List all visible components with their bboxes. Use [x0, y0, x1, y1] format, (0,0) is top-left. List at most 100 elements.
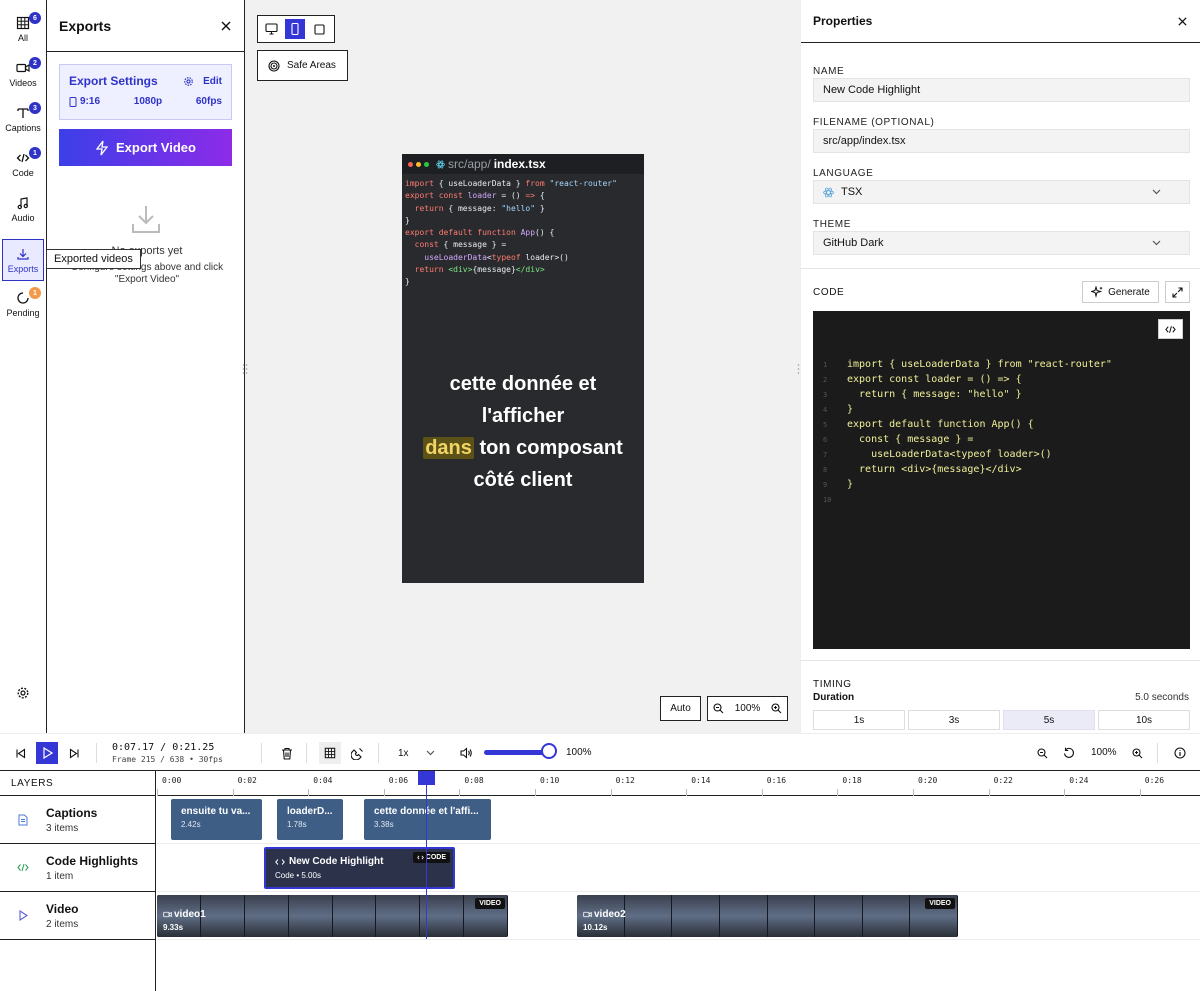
name-input[interactable]: New Code Highlight: [813, 78, 1190, 102]
code-line-text: export default function App() {: [847, 419, 1034, 430]
info-button[interactable]: [1169, 742, 1191, 764]
clip-name: cette donnée et l'affi...: [374, 806, 479, 817]
code-view-toggle[interactable]: [1158, 319, 1183, 339]
mobile-view-button[interactable]: [285, 19, 305, 39]
clip-type-tag: CODE: [412, 852, 450, 863]
snap-grid-button[interactable]: [319, 742, 341, 764]
export-video-button[interactable]: Export Video: [59, 129, 232, 166]
time-display: 0:07.17 / 0:21.25: [112, 742, 215, 753]
react-icon: [823, 187, 834, 197]
desktop-view-button[interactable]: [261, 19, 281, 39]
duration-5s-button[interactable]: 5s: [1003, 710, 1095, 730]
video-clip[interactable]: video2 10.12s VIDEO: [577, 895, 958, 937]
layer-video[interactable]: Video 2 items: [0, 892, 156, 940]
rail-item-captions[interactable]: Captions 3: [2, 98, 44, 140]
edit-settings-button[interactable]: Edit: [183, 76, 222, 87]
theme-select[interactable]: GitHub Dark: [813, 231, 1190, 255]
play-icon: [42, 747, 53, 759]
left-rail: All 6 Videos 2 Captions 3 Code 1 Audio E…: [0, 0, 47, 733]
exports-header: Exports: [47, 0, 244, 52]
reset-icon: [1063, 747, 1074, 758]
playback-speed-select[interactable]: 1x: [389, 742, 444, 764]
rail-label-captions: Captions: [5, 122, 41, 133]
close-icon[interactable]: [220, 20, 232, 32]
rail-item-code[interactable]: Code 1: [2, 143, 44, 185]
zoom-auto-button[interactable]: Auto: [660, 696, 701, 721]
ruler-tick-line: [308, 789, 310, 796]
thumbnail: [719, 895, 768, 937]
badge-videos: 2: [29, 57, 41, 69]
safe-areas-button[interactable]: Safe Areas: [257, 50, 348, 81]
row-separator: [157, 843, 1200, 844]
clip-duration: 10.12s: [583, 923, 608, 932]
settings-gear-icon[interactable]: [16, 686, 30, 700]
zoom-out-icon[interactable]: [713, 703, 724, 714]
rail-item-pending[interactable]: Pending 1: [2, 283, 44, 325]
filename-input[interactable]: src/app/index.tsx: [813, 129, 1190, 153]
layer-code-highlights[interactable]: Code Highlights 1 item: [0, 844, 156, 892]
code-line-text: import { useLoaderData } from "react-rou…: [847, 359, 1112, 370]
volume-slider-handle[interactable]: [541, 743, 557, 759]
ruler-tick-label: 0:04: [313, 776, 333, 785]
expand-icon: [1172, 286, 1183, 298]
timeline-zoom-out-button[interactable]: [1031, 742, 1053, 764]
close-dot: [408, 161, 413, 167]
caption-clip[interactable]: ensuite tu va... 2.42s: [171, 799, 262, 840]
badge-pending: 1: [29, 287, 41, 299]
magnet-button[interactable]: [346, 742, 368, 764]
mute-button[interactable]: [455, 742, 477, 764]
rail-label-audio: Audio: [11, 212, 35, 223]
rail-item-videos[interactable]: Videos 2: [2, 53, 44, 95]
expand-editor-button[interactable]: [1165, 281, 1190, 303]
layer-name: Code Highlights: [46, 853, 138, 868]
duration-3s-button[interactable]: 3s: [908, 710, 1000, 730]
play-button[interactable]: [36, 742, 58, 764]
code-icon: [416, 855, 424, 860]
caption-clip[interactable]: loaderD... 1.78s: [277, 799, 343, 840]
ruler-tick-line: [535, 789, 536, 796]
code-icon: [16, 153, 30, 162]
preview-line-6: const { message } =: [405, 240, 507, 250]
zoom-out-icon: [1036, 747, 1047, 758]
clip-tag-label: CODE: [425, 854, 446, 861]
layer-count: 1 item: [46, 870, 74, 882]
reset-zoom-button[interactable]: [1058, 742, 1080, 764]
language-select[interactable]: TSX: [813, 180, 1190, 204]
phone-preview[interactable]: src/app/index.tsx import { useLoaderData…: [402, 154, 644, 583]
clip-name: video1: [174, 909, 206, 920]
duration-1s-button[interactable]: 1s: [813, 710, 905, 730]
duration-10s-button[interactable]: 10s: [1098, 710, 1190, 730]
rail-item-audio[interactable]: Audio: [2, 188, 44, 230]
layer-captions[interactable]: Captions 3 items: [0, 796, 156, 844]
layers-title: LAYERS: [0, 771, 155, 796]
video-clip[interactable]: video1 9.33s VIDEO: [157, 895, 508, 937]
caption-text-before: cette donnée et l'afficher: [449, 373, 597, 427]
resize-handle-left[interactable]: [242, 363, 248, 375]
exports-panel: Exports Export Settings Edit 9:16 1080p …: [47, 0, 245, 733]
canvas-zoom-value: 100%: [734, 703, 761, 714]
timeline-zoom-in-button[interactable]: [1126, 742, 1148, 764]
close-icon[interactable]: [1177, 16, 1188, 27]
code-lines: 1 import { useLoaderData } from "react-ro…: [813, 357, 1190, 507]
rail-item-all[interactable]: All 6: [2, 8, 44, 50]
playhead-handle[interactable]: [418, 771, 435, 785]
code-line: 10: [813, 492, 1190, 507]
caption-clip[interactable]: cette donnée et l'affi... 3.38s: [364, 799, 491, 840]
code-editor[interactable]: 1 import { useLoaderData } from "react-ro…: [813, 311, 1190, 649]
time-ruler[interactable]: 0:00 0:02 0:04 0:06 0:08 0:10 0:12 0:14 0:16 0:18…: [157, 771, 1200, 796]
clip-name-row: video2: [583, 909, 626, 920]
video-thumbnails: [157, 895, 508, 937]
delete-button[interactable]: [276, 742, 298, 764]
ruler-tick-label: 0:06: [388, 776, 409, 785]
skip-back-button[interactable]: [9, 742, 31, 764]
video-icon: [163, 911, 172, 918]
rail-item-exports[interactable]: Exports: [2, 239, 44, 281]
line-number: 7: [823, 450, 828, 459]
square-view-button[interactable]: [309, 19, 329, 39]
layers-column: LAYERS Captions 3 items Code Highlights …: [0, 771, 156, 991]
skip-forward-button[interactable]: [63, 742, 85, 764]
generate-button[interactable]: Generate: [1082, 281, 1159, 303]
zoom-in-icon[interactable]: [771, 703, 782, 714]
ruler-tick-line: [1064, 789, 1066, 796]
device-toggle-group: [257, 15, 335, 43]
